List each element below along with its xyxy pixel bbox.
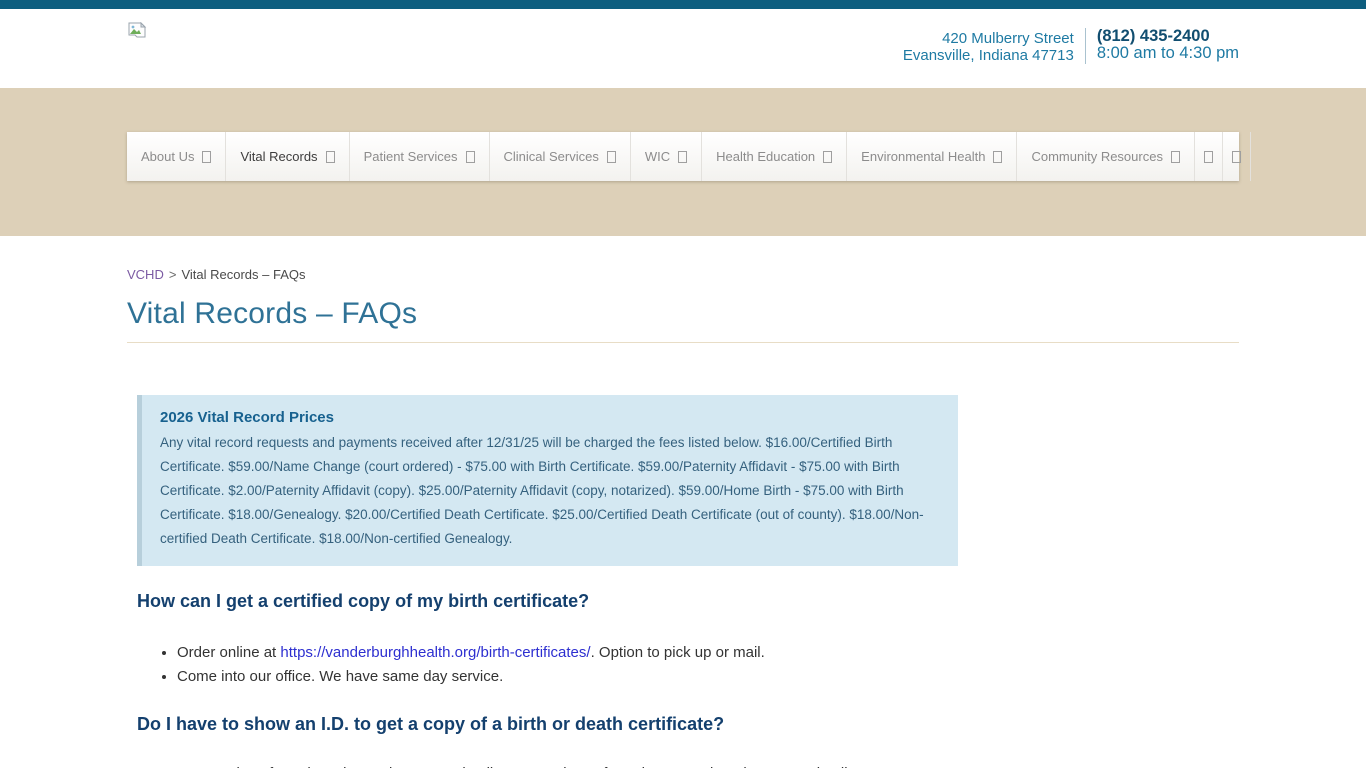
breadcrumb-current: Vital Records – FAQs (181, 267, 305, 282)
site-logo-broken-image-icon[interactable] (127, 22, 147, 44)
hero-banner: About Us Vital Records Patient Services … (0, 88, 1366, 236)
bullet-1-suffix: . Option to pick up or mail. (591, 644, 765, 661)
nav-item-vital-records[interactable]: Vital Records (226, 132, 349, 181)
caret-placeholder-icon (202, 151, 211, 163)
missing-glyph-icon (1232, 151, 1241, 163)
nav-item-label: Clinical Services (504, 149, 599, 164)
contact-divider (1085, 28, 1086, 64)
list-item: Come into our office. We have same day s… (177, 665, 1239, 689)
faq-1-answer-list: Order online at https://vanderburghhealt… (159, 641, 1239, 689)
address-line-1: 420 Mulberry Street (903, 30, 1074, 47)
breadcrumb-home-link[interactable]: VCHD (127, 267, 164, 282)
page-title: Vital Records – FAQs (127, 297, 1239, 331)
nav-item-health-education[interactable]: Health Education (702, 132, 847, 181)
nav-item-label: About Us (141, 149, 194, 164)
caret-placeholder-icon (678, 151, 687, 163)
title-divider (127, 342, 1239, 343)
caret-placeholder-icon (326, 151, 335, 163)
bullet-1-prefix: Order online at (177, 644, 280, 661)
nav-item-wic[interactable]: WIC (631, 132, 702, 181)
nav-item-label: Community Resources (1031, 149, 1163, 164)
list-item: Order online at https://vanderburghhealt… (177, 641, 1239, 665)
nav-item-community-resources[interactable]: Community Resources (1017, 132, 1195, 181)
price-notice-title: 2026 Vital Record Prices (160, 409, 940, 426)
nav-item-patient-services[interactable]: Patient Services (350, 132, 490, 181)
faq-question-1: How can I get a certified copy of my bir… (137, 591, 1239, 612)
nav-icon-placeholder-2[interactable] (1223, 132, 1251, 181)
price-notice-body: Any vital record requests and payments r… (160, 431, 940, 551)
nav-item-label: Environmental Health (861, 149, 985, 164)
nav-item-about-us[interactable]: About Us (127, 132, 226, 181)
address-line-2: Evansville, Indiana 47713 (903, 47, 1074, 64)
caret-placeholder-icon (1171, 151, 1180, 163)
nav-item-label: Patient Services (364, 149, 458, 164)
main-navigation: About Us Vital Records Patient Services … (127, 132, 1239, 181)
missing-glyph-icon (1204, 151, 1213, 163)
header-contact-block: 420 Mulberry Street Evansville, Indiana … (903, 28, 1239, 64)
faq-question-2: Do I have to show an I.D. to get a copy … (137, 714, 1239, 735)
faq-question-2-text: Do I have to show an I.D. to get a copy … (137, 714, 724, 734)
caret-placeholder-icon (607, 151, 616, 163)
header-hours: 8:00 am to 4:30 pm (1097, 45, 1239, 62)
nav-item-label: Health Education (716, 149, 815, 164)
site-header: 420 Mulberry Street Evansville, Indiana … (0, 9, 1366, 88)
broken-image-icon (127, 22, 147, 44)
breadcrumb-separator: > (169, 267, 177, 282)
caret-placeholder-icon (466, 151, 475, 163)
top-accent-bar (0, 0, 1366, 9)
faq-question-1-emphasis: can I get a certified copy of my birth c… (180, 591, 589, 611)
nav-item-label: Vital Records (240, 149, 317, 164)
faq-question-1-prefix: How (137, 591, 180, 611)
caret-placeholder-icon (993, 151, 1002, 163)
breadcrumb: VCHD > Vital Records – FAQs (127, 267, 1239, 282)
header-phone: (812) 435-2400 (1097, 28, 1239, 45)
birth-certificates-link[interactable]: https://vanderburghhealth.org/birth-cert… (280, 644, 590, 661)
nav-icon-placeholder-1[interactable] (1195, 132, 1223, 181)
nav-item-label: WIC (645, 149, 670, 164)
nav-item-clinical-services[interactable]: Clinical Services (490, 132, 631, 181)
price-notice-box: 2026 Vital Record Prices Any vital recor… (137, 395, 958, 566)
main-content: VCHD > Vital Records – FAQs Vital Records … (127, 267, 1239, 768)
nav-item-environmental-health[interactable]: Environmental Health (847, 132, 1017, 181)
header-address: 420 Mulberry Street Evansville, Indiana … (903, 28, 1074, 64)
caret-placeholder-icon (823, 151, 832, 163)
